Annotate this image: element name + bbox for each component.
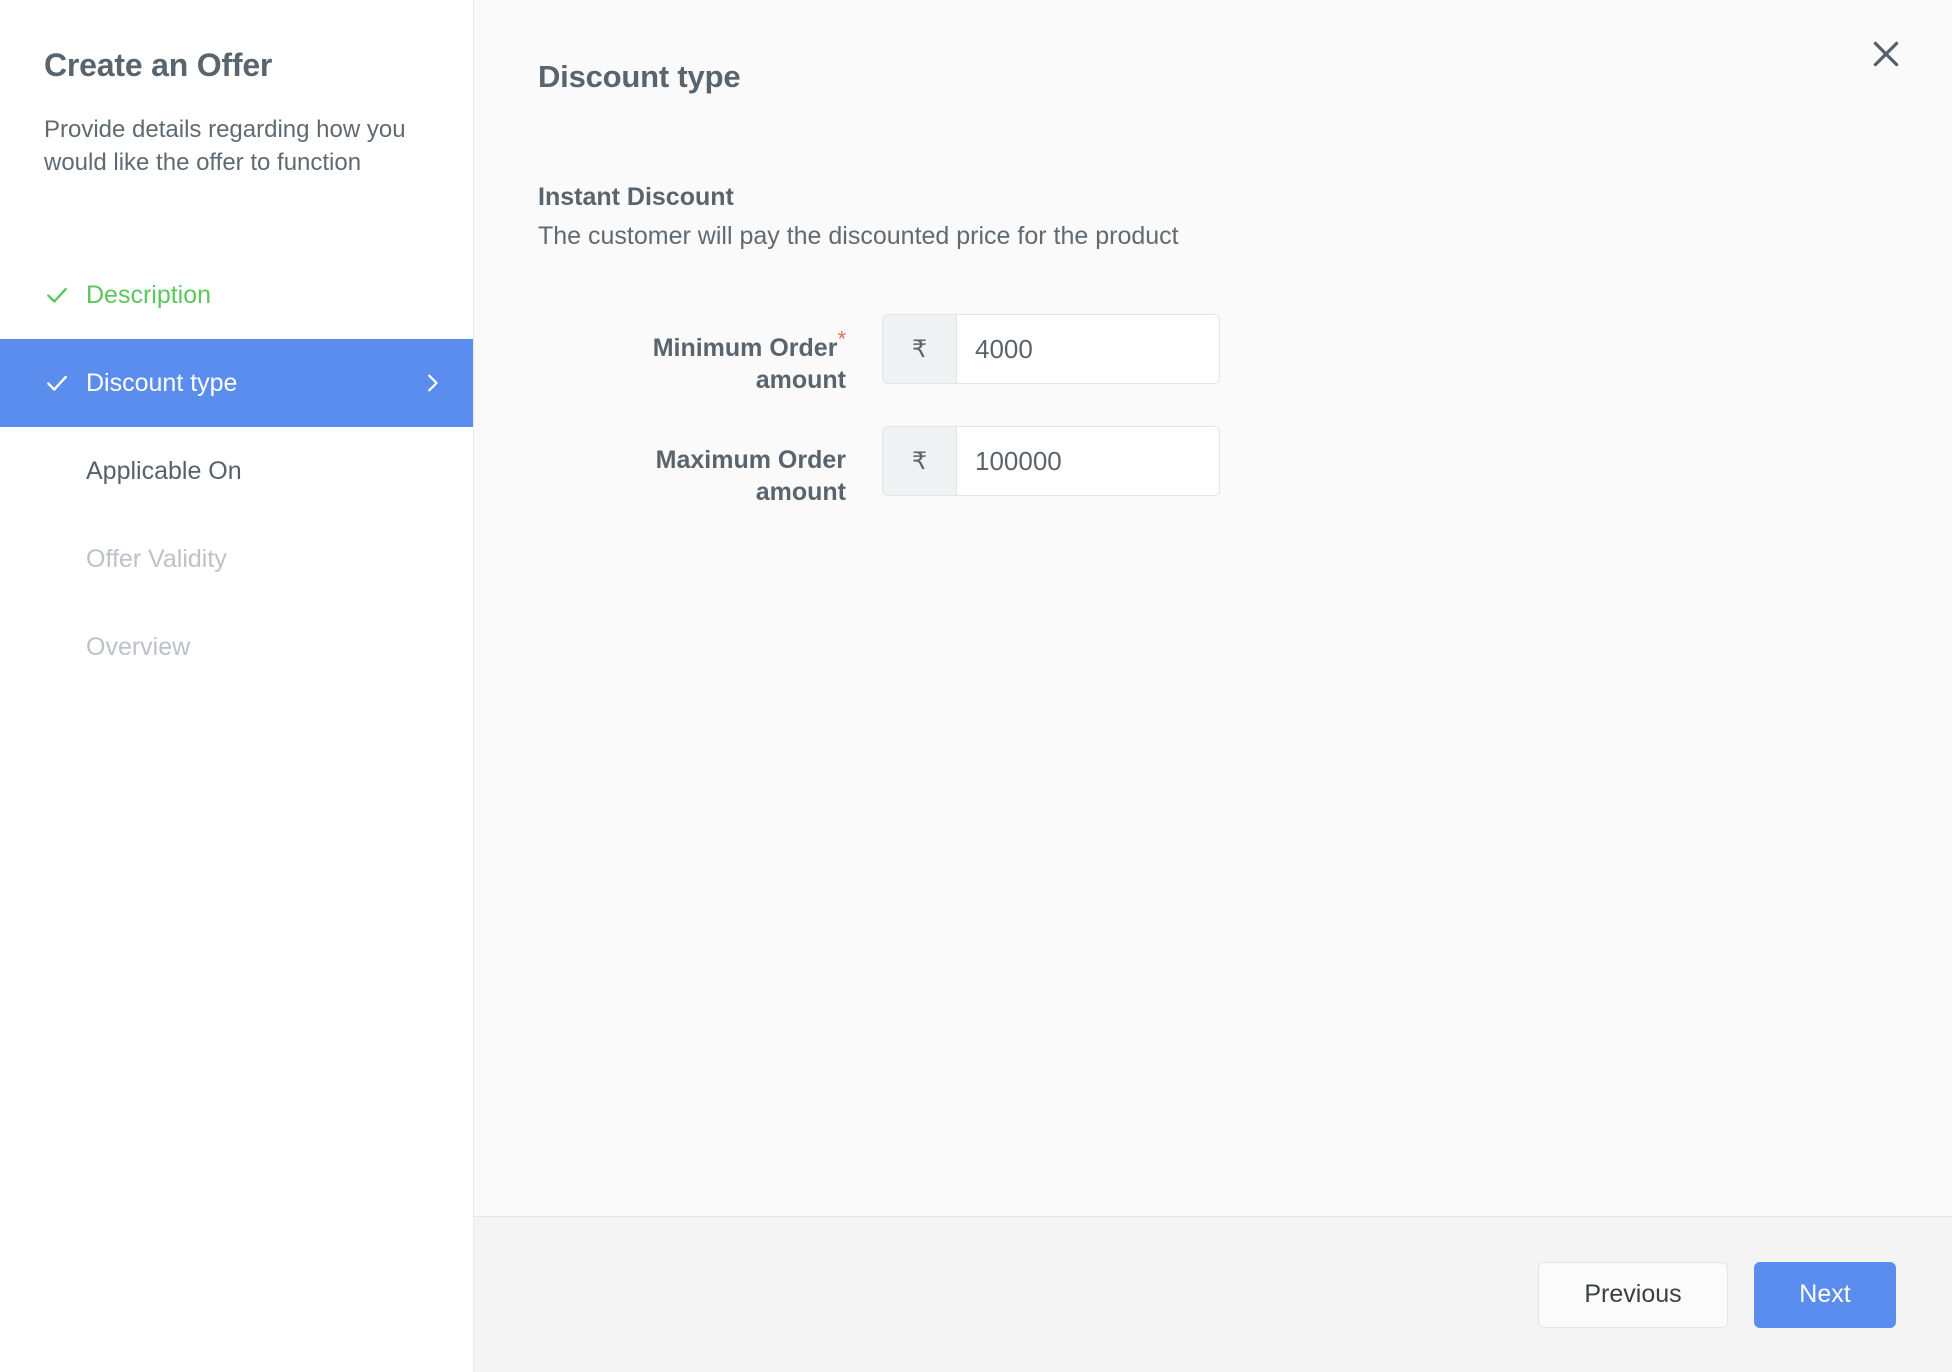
check-icon [44, 370, 78, 396]
next-button[interactable]: Next [1754, 1261, 1896, 1328]
wizard-main-panel: Discount type Instant Discount The custo… [474, 0, 1952, 1372]
field-row-maximum-order-amount: Maximum Order amount ₹ [538, 426, 1952, 508]
label-line-1: Maximum Order [655, 446, 846, 475]
sidebar-item-label: Applicable On [86, 456, 242, 485]
wizard-footer: Previous Next [474, 1216, 1952, 1372]
required-asterisk: * [837, 326, 846, 352]
maximum-order-amount-input[interactable] [957, 427, 1219, 496]
minimum-order-amount-label: Minimum Order* amount [538, 314, 846, 396]
sidebar-item-label: Description [86, 280, 212, 309]
sidebar-item-offer-validity: Offer Validity [0, 515, 473, 603]
wizard-sidebar: Create an Offer Provide details regardin… [0, 0, 474, 1372]
sidebar-item-discount-type[interactable]: Discount type [0, 339, 473, 428]
chevron-right-icon [421, 372, 443, 394]
minimum-order-amount-input[interactable] [957, 315, 1219, 384]
section-heading: Discount type [538, 59, 741, 94]
label-line-2: amount [755, 478, 846, 507]
sidebar-item-applicable-on[interactable]: Applicable On [0, 427, 473, 515]
close-icon[interactable] [1858, 26, 1914, 82]
discount-option-title: Instant Discount [538, 183, 734, 212]
discount-option-subtitle: The customer will pay the discounted pri… [538, 221, 1179, 250]
sidebar-item-label: Offer Validity [86, 544, 227, 573]
previous-button[interactable]: Previous [1538, 1261, 1728, 1328]
check-icon [44, 282, 78, 308]
maximum-order-amount-input-group: ₹ [882, 426, 1220, 497]
maximum-order-amount-label: Maximum Order amount [538, 426, 846, 508]
create-offer-wizard: Create an Offer Provide details regardin… [0, 0, 1952, 1372]
label-line-2: amount [755, 366, 846, 395]
label-line-1: Minimum Order [652, 334, 838, 363]
wizard-steps: Description Discount type Applicable On … [0, 251, 473, 691]
sidebar-header: Create an Offer Provide details regardin… [0, 0, 473, 179]
sidebar-description: Provide details regarding how you would … [44, 116, 406, 176]
page-title: Create an Offer [44, 47, 273, 83]
sidebar-item-label: Overview [86, 632, 191, 661]
discount-form: Minimum Order* amount ₹ Maximum Order am… [538, 314, 1952, 508]
rupee-currency-icon: ₹ [883, 315, 957, 384]
sidebar-item-overview: Overview [0, 603, 473, 691]
rupee-currency-icon: ₹ [883, 427, 957, 496]
main-content: Discount type Instant Discount The custo… [474, 0, 1952, 1216]
field-row-minimum-order-amount: Minimum Order* amount ₹ [538, 314, 1952, 396]
sidebar-item-description[interactable]: Description [0, 251, 473, 339]
instant-discount-section: Instant Discount The customer will pay t… [538, 181, 1952, 252]
sidebar-item-label: Discount type [86, 368, 238, 397]
minimum-order-amount-input-group: ₹ [882, 314, 1220, 385]
